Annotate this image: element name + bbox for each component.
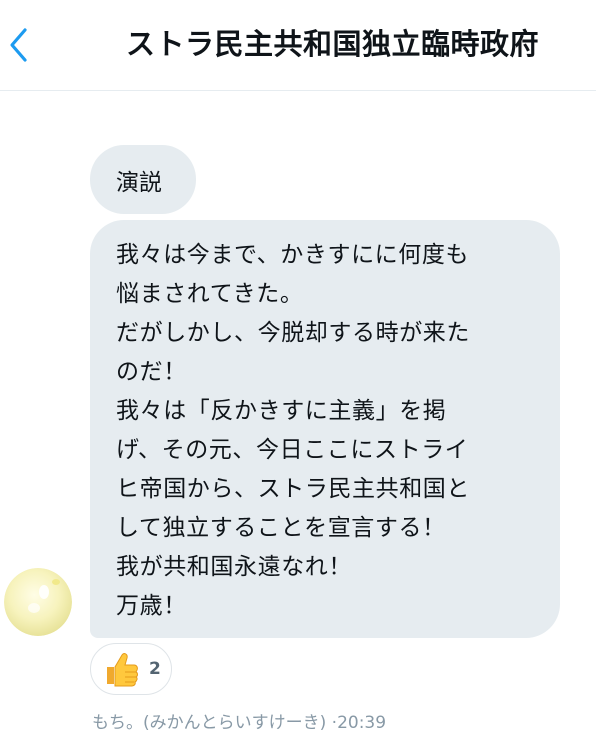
message-bubble[interactable]: 演説 [90, 145, 196, 214]
message-line: して独立することを宣言する！ [116, 515, 446, 541]
message-line: ヒ帝国から、ストラ民主共和国と [116, 476, 470, 502]
message-line: 我々は今まで、かきすにに何度も [116, 242, 470, 268]
back-button[interactable] [0, 20, 36, 70]
message-line: 我が共和国永遠なれ！ [116, 554, 352, 580]
conversation-header: ストラ民主共和国独立臨時政府 [0, 0, 596, 91]
message-line: 悩まされてきた。 [116, 281, 304, 307]
message-line: だがしかし、今脱却する時が来た [116, 320, 470, 346]
message-line: のだ！ [116, 359, 187, 385]
avatar[interactable] [4, 568, 72, 636]
message-line: げ、その元、今日ここにストライ [116, 437, 469, 463]
thumbs-up-icon [107, 653, 138, 687]
reaction-count: 2 [149, 659, 161, 679]
chevron-left-icon [10, 28, 27, 62]
message-line: 我々は「反かきすに主義」を掲 [116, 398, 447, 424]
message-bubble[interactable]: 我々は今まで、かきすにに何度も 悩まされてきた。 だがしかし、今脱却する時が来た… [90, 220, 560, 638]
reaction-button[interactable]: 2 [90, 643, 172, 695]
message-meta: もち。(みかんとらいすけーき) ·20:39 [92, 713, 387, 733]
message-line: 万歳！ [116, 593, 187, 619]
conversation-title: ストラ民主共和国独立臨時政府 [126, 27, 540, 61]
message-text: 演説 [116, 169, 162, 196]
